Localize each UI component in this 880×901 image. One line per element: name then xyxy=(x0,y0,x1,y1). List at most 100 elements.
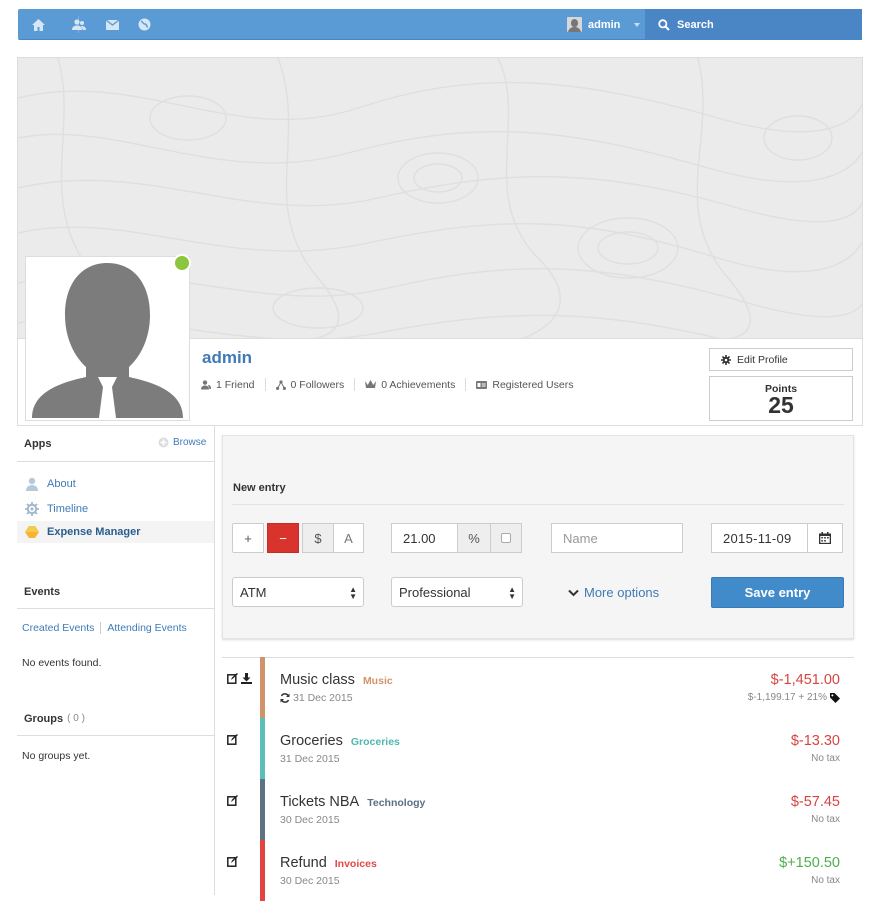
chevron-down-icon xyxy=(634,22,641,27)
amount-input[interactable]: 21.00 xyxy=(391,523,458,553)
more-options-label: More options xyxy=(584,585,660,600)
tab-created-events[interactable]: Created Events xyxy=(22,622,102,634)
income-toggle-button[interactable]: + xyxy=(232,523,264,553)
entry-tax-row: No tax xyxy=(811,753,840,764)
friends-icon[interactable] xyxy=(63,9,95,40)
expense-toggle-button[interactable]: − xyxy=(267,523,299,553)
apps-heading: Apps xyxy=(24,438,52,450)
tag-icon xyxy=(830,692,840,703)
sidebar-item-expense-manager[interactable]: Expense Manager xyxy=(17,521,214,543)
entry-date: 31 Dec 2015 xyxy=(293,692,353,704)
entry-tax-row: No tax xyxy=(811,814,840,825)
user-group-stat[interactable]: Registered Users xyxy=(466,378,583,391)
sidebar-item-label: Timeline xyxy=(47,503,89,515)
followers-count: 0 Followers xyxy=(290,378,345,391)
friends-stat[interactable]: 1 Friend xyxy=(201,378,266,391)
sidebar-item-about[interactable]: About xyxy=(17,473,214,495)
edit-icon[interactable] xyxy=(227,795,238,806)
profile-avatar[interactable] xyxy=(25,256,190,421)
name-input[interactable]: Name xyxy=(551,523,683,553)
entry-amount: $-13.30 xyxy=(790,733,840,749)
category-color-bar xyxy=(260,657,265,718)
entry-name[interactable]: Groceries xyxy=(280,733,343,749)
edit-icon[interactable] xyxy=(227,734,238,745)
entry-category[interactable]: Music xyxy=(363,675,393,687)
name-placeholder: Name xyxy=(563,530,598,546)
save-entry-button[interactable]: Save entry xyxy=(711,577,844,608)
groups-count: ( 0 ) xyxy=(67,713,85,724)
groups-title: Groups xyxy=(24,713,64,725)
list-item: Music class Music 31 Dec 2015 $-1,451.00… xyxy=(222,657,854,718)
tax-checkbox-addon[interactable] xyxy=(490,523,522,553)
mail-icon[interactable] xyxy=(96,9,128,40)
user-avatar-icon xyxy=(567,17,582,32)
entry-name[interactable]: Tickets NBA xyxy=(280,794,359,810)
entry-name[interactable]: Refund xyxy=(280,855,327,871)
entry-title-row: Refund Invoices xyxy=(280,855,377,871)
browse-label: Browse xyxy=(173,437,207,448)
calendar-icon xyxy=(819,532,831,544)
plus-label: + xyxy=(244,530,252,546)
entry-tax-row: $-1,199.17 + 21% xyxy=(748,692,840,703)
dollar-label: $ xyxy=(314,530,322,546)
top-navbar: admin Search xyxy=(18,9,862,40)
plus-circle-icon xyxy=(158,437,169,448)
browse-apps-link[interactable]: Browse xyxy=(158,437,206,448)
tab-attending-events[interactable]: Attending Events xyxy=(101,622,186,634)
entry-date: 30 Dec 2015 xyxy=(280,875,340,887)
entry-date-row: 30 Dec 2015 xyxy=(280,875,340,887)
select-arrows-icon: ▲ ▼ xyxy=(508,585,516,601)
percent-label: % xyxy=(468,530,480,546)
list-item: Refund Invoices 30 Dec 2015 $+150.50 No … xyxy=(222,840,854,901)
gear-icon xyxy=(25,502,39,516)
user-menu-button[interactable]: admin xyxy=(561,9,645,40)
category-value: Professional xyxy=(399,584,471,600)
currency-a-button[interactable]: A xyxy=(333,523,364,553)
search-label: Search xyxy=(677,18,714,31)
followers-icon xyxy=(275,379,286,390)
edit-icon[interactable] xyxy=(227,673,238,684)
profile-name[interactable]: admin xyxy=(202,348,252,368)
home-icon[interactable] xyxy=(22,9,54,40)
entry-amount: $+150.50 xyxy=(779,855,840,871)
entry-category[interactable]: Groceries xyxy=(351,736,400,748)
followers-stat[interactable]: 0 Followers xyxy=(266,378,356,391)
entry-title-row: Groceries Groceries xyxy=(280,733,400,749)
new-entry-divider xyxy=(232,504,844,505)
events-tabs: Created Events Attending Events xyxy=(22,622,187,634)
list-item: Tickets NBA Technology 30 Dec 2015 $-57.… xyxy=(222,779,854,840)
achievements-stat[interactable]: 0 Achievements xyxy=(355,378,467,391)
online-status-dot xyxy=(173,254,191,272)
category-color-bar xyxy=(260,840,265,901)
search-button[interactable]: Search xyxy=(645,9,862,40)
globe-icon[interactable] xyxy=(128,9,160,40)
apps-divider xyxy=(17,461,214,462)
entry-category[interactable]: Technology xyxy=(367,797,425,809)
payment-method-select[interactable]: ATM ▲ ▼ xyxy=(232,577,364,607)
download-icon[interactable] xyxy=(241,673,252,684)
sidebar-item-timeline[interactable]: Timeline xyxy=(17,498,214,520)
list-item: Groceries Groceries 31 Dec 2015 $-13.30 … xyxy=(222,718,854,779)
more-options-link[interactable]: More options xyxy=(568,585,659,600)
entry-name[interactable]: Music class xyxy=(280,672,355,688)
calendar-button[interactable] xyxy=(807,523,843,553)
date-value: 2015-11-09 xyxy=(723,530,792,546)
currency-dollar-button[interactable]: $ xyxy=(302,523,334,553)
friends-count: 1 Friend xyxy=(216,378,255,391)
category-select[interactable]: Professional ▲ ▼ xyxy=(391,577,523,607)
edit-profile-button[interactable]: Edit Profile xyxy=(709,348,853,371)
new-entry-panel: New entry + − $ A 21.00 % Name 2015-11-0… xyxy=(222,435,854,639)
user-menu-name: admin xyxy=(588,18,621,31)
entry-date-row: 31 Dec 2015 xyxy=(280,753,340,765)
date-input[interactable]: 2015-11-09 xyxy=(711,523,808,553)
tax-checkbox[interactable] xyxy=(501,533,511,543)
points-value: 25 xyxy=(768,392,794,418)
entry-category[interactable]: Invoices xyxy=(335,858,377,870)
person-icon xyxy=(26,477,38,491)
entry-tax: No tax xyxy=(811,814,840,825)
category-color-bar xyxy=(260,718,265,779)
entry-date-row: 30 Dec 2015 xyxy=(280,814,340,826)
recurring-icon xyxy=(280,693,290,703)
amount-value: 21.00 xyxy=(403,530,436,546)
edit-icon[interactable] xyxy=(227,856,238,867)
